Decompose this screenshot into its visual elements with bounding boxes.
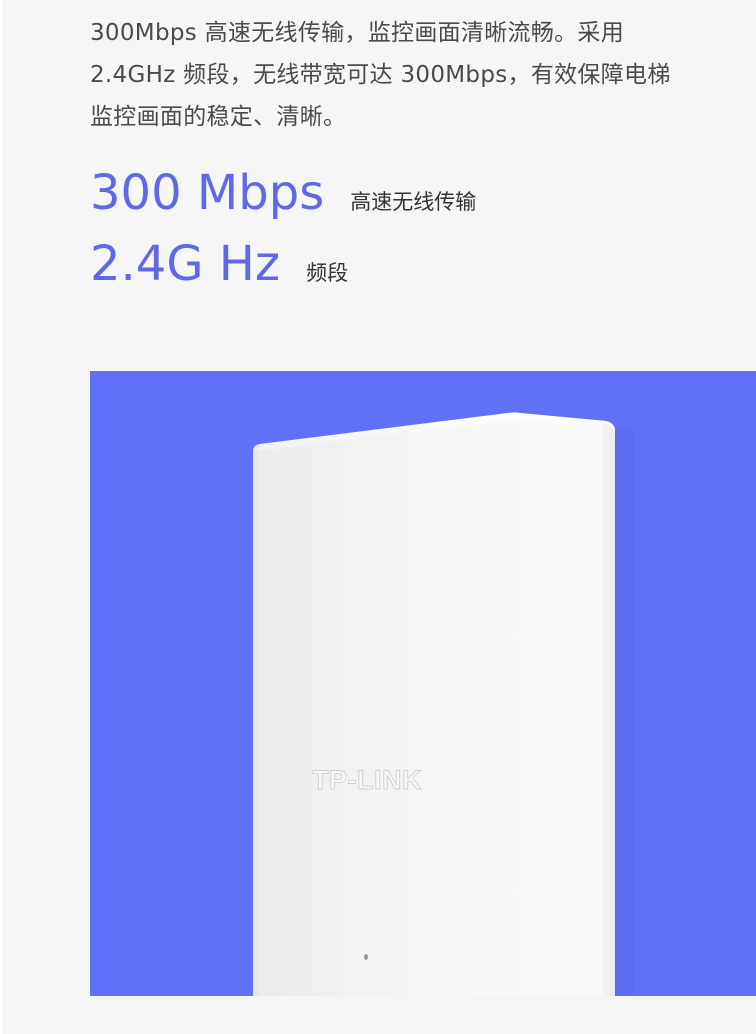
product-image-panel: TP-LINK	[90, 371, 756, 996]
status-led-icon	[364, 954, 368, 960]
spec-bandwidth-value: 300 Mbps	[90, 165, 325, 221]
wireless-bridge-device-image: TP-LINK	[253, 412, 633, 996]
page-content: 300Mbps 高速无线传输，监控画面清晰流畅。采用 2.4GHz 频段，无线带…	[0, 0, 756, 1034]
device-shadow	[615, 431, 633, 996]
product-description: 300Mbps 高速无线传输，监控画面清晰流畅。采用 2.4GHz 频段，无线带…	[90, 20, 671, 130]
spec-bandwidth: 300 Mbps 高速无线传输	[90, 162, 476, 224]
device-left-edge	[253, 451, 259, 996]
left-divider	[0, 0, 2, 1034]
spec-frequency-label: 频段	[306, 261, 349, 285]
spec-frequency-value: 2.4G Hz	[90, 236, 281, 292]
spec-bandwidth-label: 高速无线传输	[350, 190, 477, 214]
brand-logo: TP-LINK	[312, 765, 422, 795]
device-body	[253, 412, 615, 996]
device-side-edge	[602, 423, 615, 996]
spec-frequency: 2.4G Hz 频段	[90, 233, 348, 295]
